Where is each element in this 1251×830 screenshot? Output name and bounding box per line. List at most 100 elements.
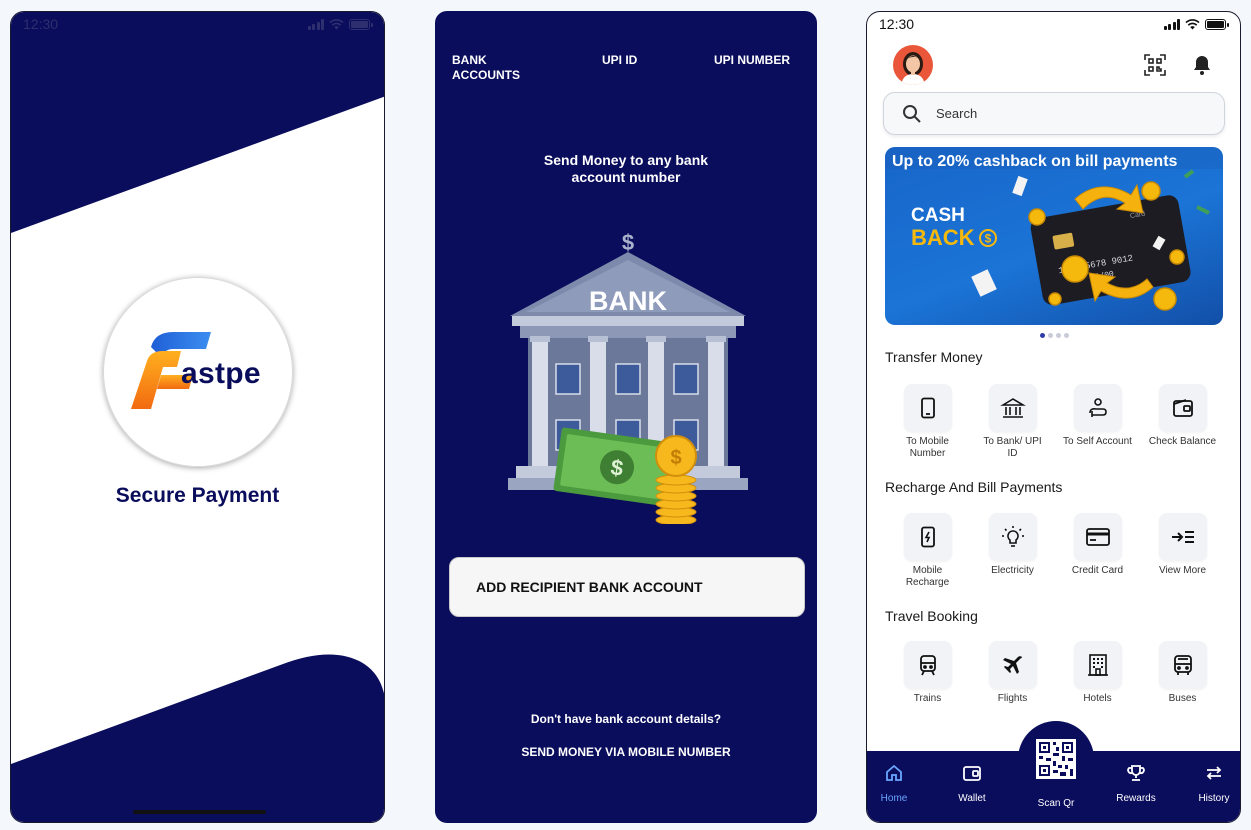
hotels-label: Hotels — [1083, 693, 1112, 704]
view-more-tile[interactable]: View More — [1140, 513, 1225, 589]
bank-sign-text: BANK — [589, 286, 667, 316]
title-line-1: Send Money to any bank — [543, 152, 709, 168]
nav-scan-label: Scan Qr — [1037, 798, 1075, 809]
qr-scan-icon[interactable] — [1143, 53, 1167, 77]
trains-tile[interactable]: Trains — [885, 641, 970, 705]
svg-text:$: $ — [984, 232, 991, 246]
tab-upi-number[interactable]: UPI NUMBER — [714, 53, 790, 68]
search-input[interactable]: Search — [883, 92, 1225, 135]
status-time: 12:30 — [879, 16, 915, 32]
battery-icon — [1205, 18, 1229, 30]
check-balance-tile[interactable]: Check Balance — [1140, 384, 1225, 460]
tab-upi-id[interactable]: UPI ID — [602, 53, 637, 68]
status-bar: 12:30 — [867, 12, 1240, 36]
nav-home-label: Home — [880, 793, 908, 804]
no-details-question: Don't have bank account details? — [530, 712, 722, 726]
carousel-dot[interactable] — [1064, 333, 1069, 338]
nav-history[interactable]: History — [1179, 751, 1240, 822]
recharge-grid: Mobile Recharge Electricity Credit Card … — [885, 513, 1225, 589]
hotels-tile[interactable]: Hotels — [1055, 641, 1140, 705]
bell-icon[interactable] — [1190, 53, 1214, 77]
search-placeholder: Search — [936, 106, 978, 121]
section-title-travel: Travel Booking — [885, 608, 978, 624]
transfer-grid: To Mobile Number To Bank/ UPI ID To Self… — [885, 384, 1225, 460]
slogan: Secure Payment — [115, 484, 280, 507]
tab-bank-accounts[interactable]: BANK ACCOUNTS — [452, 53, 532, 83]
electricity-label: Electricity — [991, 565, 1034, 576]
view-more-label: View More — [1158, 565, 1207, 576]
home-icon — [886, 764, 902, 781]
check-balance-label: Check Balance — [1148, 436, 1217, 447]
cashback-banner[interactable]: Up to 20% cashback on bill payments CASH… — [885, 147, 1223, 325]
home-screen: 12:30 Search Up to 20% cashback on bill … — [866, 11, 1241, 823]
bus-icon — [1173, 655, 1192, 675]
send-via-mobile-link[interactable]: SEND MONEY VIA MOBILE NUMBER — [436, 745, 816, 759]
dollar-sign-icon: $ — [622, 230, 634, 255]
qr-icon — [1036, 739, 1076, 779]
to-bank-label: To Bank/ UPI ID — [983, 436, 1042, 459]
carousel-dots[interactable] — [1040, 333, 1069, 338]
cash-text: CASH — [911, 205, 965, 226]
credit-card-icon — [1085, 528, 1110, 546]
travel-grid: Trains Flights Hotels Buses — [885, 641, 1225, 705]
carousel-dot[interactable] — [1040, 333, 1045, 338]
signal-icon — [307, 18, 324, 30]
section-title-transfer: Transfer Money — [885, 349, 983, 365]
page-title: Send Money to any bank account number — [436, 152, 816, 186]
scan-qr-button[interactable] — [1018, 721, 1094, 797]
coin-dollar-icon: $ — [670, 447, 681, 469]
user-avatar-icon — [901, 52, 925, 85]
bank-icon — [999, 398, 1026, 418]
nav-home[interactable]: Home — [867, 751, 929, 822]
hotel-icon — [1087, 654, 1108, 676]
to-bank-tile[interactable]: To Bank/ UPI ID — [970, 384, 1055, 460]
history-icon — [1206, 766, 1222, 780]
nav-wallet[interactable]: Wallet — [937, 751, 1007, 822]
cashback-label: CASH BACK $ — [911, 205, 997, 249]
to-self-label: To Self Account — [1063, 436, 1132, 447]
wallet-icon — [1172, 399, 1193, 417]
buses-tile[interactable]: Buses — [1140, 641, 1225, 705]
carousel-dot[interactable] — [1056, 333, 1061, 338]
mobile-recharge-icon — [920, 526, 935, 548]
trophy-icon — [1127, 765, 1145, 781]
avatar[interactable] — [893, 45, 933, 85]
to-self-tile[interactable]: To Self Account — [1055, 384, 1140, 460]
train-icon — [919, 655, 936, 676]
nav-rewards-label: Rewards — [1116, 793, 1156, 804]
coin-icon: $ — [978, 229, 997, 247]
wifi-icon — [329, 18, 344, 29]
add-recipient-button[interactable]: ADD RECIPIENT BANK ACCOUNT — [449, 557, 805, 617]
buses-label: Buses — [1168, 693, 1197, 704]
title-line-2: account number — [571, 169, 681, 185]
brand-name: astpe — [181, 357, 261, 390]
section-title-recharge: Recharge And Bill Payments — [885, 479, 1063, 495]
to-mobile-label: To Mobile Number — [906, 436, 949, 459]
bulb-icon — [1001, 526, 1024, 547]
mobile-recharge-label: Mobile Recharge — [905, 565, 950, 588]
credit-card-tile[interactable]: Credit Card — [1055, 513, 1140, 589]
self-transfer-icon — [1088, 398, 1107, 417]
flights-tile[interactable]: Flights — [970, 641, 1055, 705]
status-bar: 12:30 — [11, 12, 384, 36]
splash-screen: 12:30 astpe Secure Payment — [10, 11, 385, 823]
electricity-tile[interactable]: Electricity — [970, 513, 1055, 589]
back-text: BACK — [911, 225, 975, 250]
wallet-icon — [963, 766, 981, 781]
wifi-icon — [1185, 18, 1200, 29]
battery-icon — [349, 18, 373, 30]
home-indicator — [133, 810, 266, 814]
nav-history-label: History — [1198, 793, 1230, 804]
search-icon — [903, 104, 921, 123]
carousel-dot[interactable] — [1048, 333, 1053, 338]
mobile-recharge-tile[interactable]: Mobile Recharge — [885, 513, 970, 589]
to-mobile-tile[interactable]: To Mobile Number — [885, 384, 970, 460]
view-more-icon — [1171, 531, 1194, 543]
plane-icon — [1002, 656, 1022, 674]
credit-card-label: Credit Card — [1071, 565, 1124, 576]
bank-illustration: $ BANK $ $ — [508, 230, 748, 524]
trains-label: Trains — [913, 693, 942, 704]
bank-transfer-screen: BANK ACCOUNTS UPI ID UPI NUMBER Send Mon… — [435, 11, 817, 823]
brand-logo: astpe — [103, 277, 293, 467]
nav-rewards[interactable]: Rewards — [1101, 751, 1171, 822]
